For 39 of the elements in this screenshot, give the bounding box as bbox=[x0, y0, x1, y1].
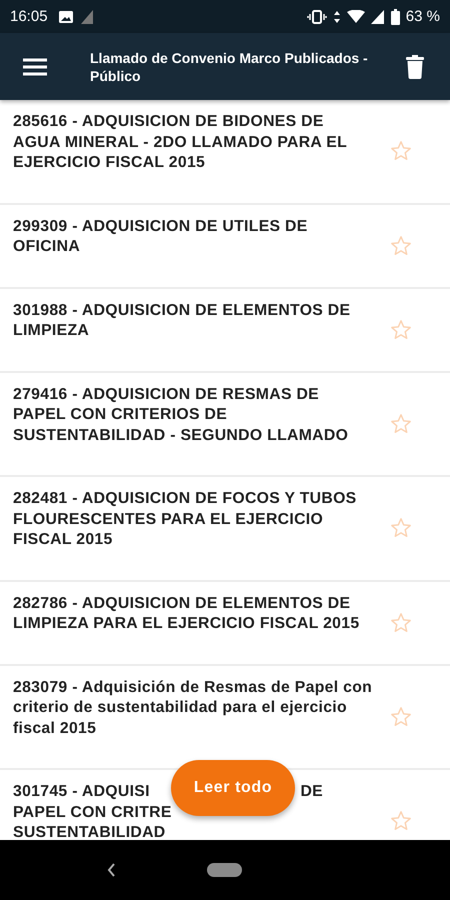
star-icon[interactable] bbox=[390, 140, 412, 162]
item-title: 283079 - Adquisición de Resmas de Papel con criterio de sustentabilidad para el ejercicio fiscal 2015 bbox=[13, 678, 374, 738]
item-title: PAPEL CON CRITRE bbox=[13, 802, 172, 822]
signal-icon bbox=[370, 10, 385, 24]
vibrate-icon bbox=[306, 10, 327, 24]
item-title: SUSTENTABILIDAD bbox=[13, 823, 166, 840]
star-icon[interactable] bbox=[390, 318, 412, 340]
wifi-icon bbox=[346, 10, 365, 24]
app-bar-title: Llamado de Convenio Marco Publicados - Público bbox=[89, 48, 369, 84]
signal-icon bbox=[80, 8, 94, 24]
star-icon[interactable] bbox=[390, 706, 412, 728]
star-icon[interactable] bbox=[390, 612, 412, 634]
item-title: 299309 - ADQUISICION DE UTILES DE OFICINA bbox=[13, 216, 309, 257]
list-item[interactable]: 301988 - ADQUISICION DE ELEMENTOS DE LIMPIEZA bbox=[0, 288, 450, 372]
item-title: 282481 - ADQUISICION DE FOCOS Y TUBOS FLOURESCENTES PARA EL EJERCICIO FISCAL 2015 bbox=[13, 489, 358, 550]
image-icon bbox=[58, 10, 74, 24]
item-title: 301745 - ADQUISI bbox=[13, 782, 150, 802]
star-icon[interactable] bbox=[390, 517, 412, 540]
status-time: 16:05 bbox=[10, 8, 48, 25]
trash-icon bbox=[406, 54, 424, 78]
menu-icon bbox=[23, 58, 47, 76]
battery-icon bbox=[390, 8, 400, 24]
star-icon[interactable] bbox=[390, 234, 412, 256]
list-item[interactable]: 299309 - ADQUISICION DE UTILES DE OFICINA bbox=[0, 204, 450, 288]
item-title: 279416 - ADQUISICION DE RESMAS DE PAPEL CON CRITERIOS DE SUSTENTABILIDAD - SEGUNDO LLAMADO bbox=[13, 384, 350, 446]
star-icon[interactable] bbox=[390, 810, 412, 832]
item-title: 301988 - ADQUISICION DE ELEMENTOS DE LIMPIEZA bbox=[13, 300, 352, 341]
data-arrows-icon bbox=[332, 10, 341, 24]
list-item[interactable]: 279416 - ADQUISICION DE RESMAS DE PAPEL CON CRITERIOS DE SUSTENTABILIDAD - SEGUNDO LLAMADO bbox=[0, 372, 450, 477]
battery-percent: 63 % bbox=[406, 8, 440, 25]
star-icon[interactable] bbox=[390, 412, 412, 435]
item-title: DE bbox=[300, 782, 323, 802]
back-icon[interactable] bbox=[106, 862, 116, 878]
list-item[interactable]: 282481 - ADQUISICION DE FOCOS Y TUBOS FLOURESCENTES PARA EL EJERCICIO FISCAL 2015 bbox=[0, 477, 450, 582]
list-item[interactable]: 285616 - ADQUISICION DE BIDONES DE AGUA MINERAL - 2DO LLAMADO PARA EL EJERCICIO FISCAL 2015 bbox=[0, 100, 450, 204]
item-title: 285616 - ADQUISICION DE BIDONES DE AGUA MINERAL - 2DO LLAMADO PARA EL EJERCICIO FISCAL 2015 bbox=[13, 112, 348, 173]
list-item[interactable]: 282786 - ADQUISICION DE ELEMENTOS DE LIMPIEZA PARA EL EJERCICIO FISCAL 2015 bbox=[0, 582, 450, 666]
home-pill[interactable] bbox=[207, 863, 242, 877]
item-title: 282786 - ADQUISICION DE ELEMENTOS DE LIMPIEZA PARA EL EJERCICIO FISCAL 2015 bbox=[13, 594, 360, 634]
